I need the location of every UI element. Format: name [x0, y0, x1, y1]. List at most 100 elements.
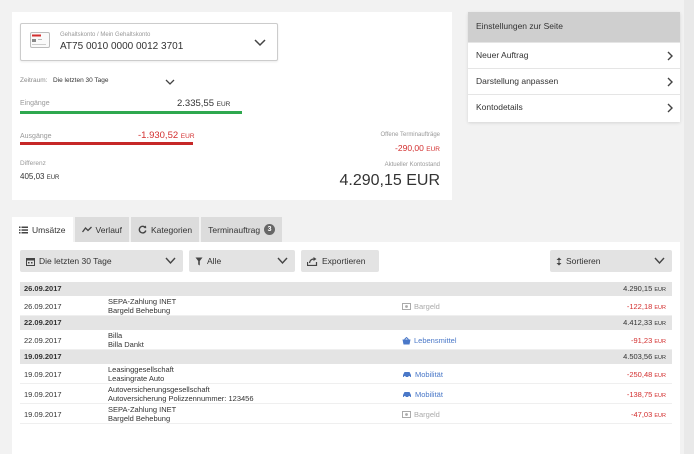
transactions-toolbar: Die letzten 30 Tage Alle Exportieren Sor… [12, 242, 680, 282]
group-balance: 4.412,33 EUR [623, 318, 666, 327]
transaction-amount: -138,75 EUR [626, 390, 666, 399]
settings-item-account-details[interactable]: Kontodetails [468, 94, 680, 120]
transactions-list: 26.09.2017 4.290,15 EUR 26.09.2017 SEPA-… [20, 282, 672, 424]
open-orders-amount: -290,00 EUR [395, 143, 440, 153]
account-summary-card: Gehaltskonto / Mein Gehaltskonto AT75 00… [12, 12, 452, 200]
transaction-description: SEPA-Zahlung INET Bargeld Behebung [108, 297, 177, 315]
transaction-date: 22.09.2017 [24, 336, 62, 345]
chevron-down-icon[interactable] [165, 78, 175, 86]
transaction-description: Autoversicherungsgesellschaft Autoversich… [108, 385, 254, 403]
transaction-category: Mobilität [402, 370, 443, 379]
transaction-date: 19.09.2017 [24, 410, 62, 419]
account-label: Gehaltskonto / Mein Gehaltskonto [60, 32, 151, 38]
settings-item-label: Neuer Auftrag [476, 50, 529, 60]
difference-label: Differenz [20, 160, 46, 167]
tab-label: Terminauftrag [208, 224, 261, 235]
incoming-amount: 2.335,55 EUR [177, 98, 231, 109]
transaction-row[interactable]: 19.09.2017 Leasinggesellschaft Leasingrat… [20, 364, 672, 384]
transaction-description: Leasinggesellschaft Leasingrate Auto [108, 365, 174, 383]
period-filter-label: Die letzten 30 Tage [39, 256, 112, 266]
chevron-right-icon [667, 77, 673, 87]
cash-icon [402, 303, 411, 310]
date-group-header: 26.09.2017 4.290,15 EUR [20, 282, 672, 296]
transaction-row[interactable]: 19.09.2017 SEPA-Zahlung INET Bargeld Behe… [20, 404, 672, 424]
tab-label: Umsätze [32, 224, 66, 235]
export-button[interactable]: Exportieren [301, 250, 379, 272]
transaction-date: 19.09.2017 [24, 390, 62, 399]
transaction-date: 26.09.2017 [24, 302, 62, 311]
tab-transactions[interactable]: Umsätze [12, 217, 73, 242]
account-iban: AT75 0010 0000 0012 3701 [60, 41, 184, 52]
outgoing-amount: -1.930,52 EUR [138, 130, 195, 141]
tab-categories[interactable]: Kategorien [131, 217, 200, 242]
transaction-row[interactable]: 19.09.2017 Autoversicherungsgesellschaft… [20, 384, 672, 404]
settings-title: Einstellungen zur Seite [468, 12, 680, 42]
page: Gehaltskonto / Mein Gehaltskonto AT75 00… [0, 0, 684, 454]
tab-history[interactable]: Verlauf [74, 217, 130, 242]
account-selector[interactable]: Gehaltskonto / Mein Gehaltskonto AT75 00… [20, 23, 278, 61]
period-filter-dropdown[interactable]: Die letzten 30 Tage [20, 250, 183, 272]
transaction-category: Mobilität [402, 390, 443, 399]
tab-label: Kategorien [151, 224, 193, 235]
cash-icon [402, 411, 411, 418]
category-filter-dropdown[interactable]: Alle [189, 250, 295, 272]
chevron-right-icon [667, 103, 673, 113]
incoming-bar [20, 111, 242, 114]
car-icon [403, 392, 411, 398]
export-label: Exportieren [322, 256, 366, 266]
shopping-basket-icon [402, 336, 411, 344]
group-date: 26.09.2017 [24, 284, 62, 293]
transaction-date: 19.09.2017 [24, 370, 62, 379]
group-balance: 4.290,15 EUR [623, 284, 666, 293]
period-select[interactable]: Die letzten 30 Tage [53, 77, 109, 84]
chevron-down-icon [254, 39, 266, 47]
transaction-row[interactable]: 22.09.2017 Billa Billa Dankt Lebensmittel… [20, 330, 672, 350]
trend-icon [81, 226, 92, 233]
outgoing-bar [20, 142, 193, 145]
filter-icon [195, 257, 203, 265]
tab-bar: Umsätze Verlauf Kategorien Terminauftrag… [12, 217, 284, 242]
date-group-header: 19.09.2017 4.503,56 EUR [20, 350, 672, 364]
chevron-right-icon [667, 51, 673, 61]
refresh-icon [138, 225, 147, 234]
sort-dropdown[interactable]: Sortieren [550, 250, 672, 272]
settings-item-label: Darstellung anpassen [476, 76, 559, 86]
category-filter-label: Alle [207, 256, 222, 266]
export-icon [307, 256, 318, 266]
transaction-description: SEPA-Zahlung INET Bargeld Behebung [108, 405, 177, 423]
group-date: 19.09.2017 [24, 352, 62, 361]
chevron-down-icon [277, 257, 288, 265]
page-settings-panel: Einstellungen zur Seite Neuer Auftrag Da… [468, 12, 680, 122]
count-badge: 3 [264, 224, 276, 235]
balance-label: Aktueller Kontostand [384, 162, 440, 168]
transactions-panel: Die letzten 30 Tage Alle Exportieren Sor… [12, 242, 680, 454]
difference-amount: 405,03 EUR [20, 172, 60, 181]
incoming-label: Eingänge [20, 100, 50, 107]
tab-standing-orders[interactable]: Terminauftrag 3 [201, 217, 283, 242]
transaction-category: Bargeld [402, 302, 440, 311]
bank-card-icon [30, 32, 50, 48]
chevron-down-icon [165, 257, 176, 265]
sort-label: Sortieren [566, 256, 601, 266]
transaction-category: Lebensmittel [402, 336, 457, 345]
date-group-header: 22.09.2017 4.412,33 EUR [20, 316, 672, 330]
group-balance: 4.503,56 EUR [623, 352, 666, 361]
open-orders-label: Offene Terminaufträge [380, 132, 440, 138]
group-date: 22.09.2017 [24, 318, 62, 327]
transaction-amount: -91,23 EUR [631, 336, 666, 345]
transaction-category: Bargeld [402, 410, 440, 419]
transaction-amount: -122,18 EUR [626, 302, 666, 311]
settings-item-new-order[interactable]: Neuer Auftrag [468, 42, 680, 68]
transaction-description: Billa Billa Dankt [108, 331, 144, 349]
list-icon [19, 226, 28, 233]
transaction-amount: -47,03 EUR [631, 410, 666, 419]
calendar-icon [26, 257, 35, 266]
transaction-row[interactable]: 26.09.2017 SEPA-Zahlung INET Bargeld Behe… [20, 296, 672, 316]
balance-amount: 4.290,15 EUR [339, 172, 440, 189]
settings-item-customize[interactable]: Darstellung anpassen [468, 68, 680, 94]
tab-label: Verlauf [95, 224, 123, 235]
outgoing-label: Ausgänge [20, 133, 52, 140]
sort-icon [556, 257, 562, 265]
car-icon [403, 372, 411, 378]
chevron-down-icon [654, 257, 665, 265]
